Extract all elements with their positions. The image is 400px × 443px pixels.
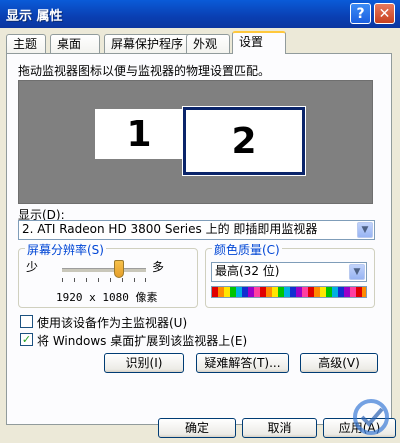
chevron-down-icon[interactable]: ▼ (349, 264, 365, 280)
color-quality-group-title: 颜色质量(C) (212, 241, 282, 258)
color-quality-value: 最高(32 位) (215, 264, 280, 278)
monitor-arrangement-area: 1 2 (18, 80, 373, 204)
primary-monitor-label: 使用该设备作为主监视器(U) (37, 316, 188, 330)
extend-desktop-label: 将 Windows 桌面扩展到该监视器上(E) (37, 334, 248, 348)
resolution-value: 1920 x 1080 像素 (56, 291, 158, 304)
troubleshoot-button[interactable]: 疑难解答(T)... (196, 353, 289, 373)
resolution-slider-ticks (62, 278, 146, 282)
monitor-arrangement-description: 拖动监视器图标以便与监视器的物理设置匹配。 (18, 64, 271, 78)
color-spectrum-bar (211, 286, 367, 298)
window-title: 显示 属性 (6, 9, 63, 24)
close-button[interactable]: ✕ (374, 3, 395, 24)
resolution-slider-track[interactable] (62, 268, 146, 272)
display-dropdown[interactable]: 2. ATI Radeon HD 3800 Series 上的 即插即用监视器 … (18, 220, 375, 240)
title-bar: 显示 属性 ? ✕ (0, 0, 400, 28)
primary-monitor-checkbox[interactable] (20, 315, 33, 328)
tab-appearance[interactable]: 外观 (186, 34, 230, 53)
monitor-1-icon[interactable]: 1 (95, 109, 183, 159)
watermark-logo (353, 399, 389, 435)
tab-themes[interactable]: 主题 (6, 34, 46, 53)
resolution-more-label: 多 (152, 260, 165, 274)
advanced-button[interactable]: 高级(V) (300, 353, 378, 373)
resolution-group-title: 屏幕分辨率(S) (25, 241, 106, 258)
color-quality-dropdown[interactable]: 最高(32 位) ▼ (211, 262, 367, 282)
monitor-2-icon[interactable]: 2 (182, 106, 306, 176)
tab-settings[interactable]: 设置 (232, 31, 286, 54)
resolution-slider-thumb[interactable] (114, 260, 124, 278)
extend-desktop-checkbox[interactable]: ✓ (20, 333, 33, 346)
resolution-less-label: 少 (26, 260, 39, 274)
tab-desktop[interactable]: 桌面 (50, 34, 100, 53)
chevron-down-icon[interactable]: ▼ (357, 222, 373, 238)
identify-button[interactable]: 识别(I) (104, 353, 184, 373)
tab-strip: 主题 桌面 屏幕保护程序 外观 设置 (6, 31, 396, 54)
display-dropdown-value: 2. ATI Radeon HD 3800 Series 上的 即插即用监视器 (22, 222, 318, 236)
tab-screensaver[interactable]: 屏幕保护程序 (104, 34, 192, 53)
cancel-button[interactable]: 取消 (242, 418, 317, 438)
help-button[interactable]: ? (350, 3, 371, 24)
ok-button[interactable]: 确定 (158, 418, 236, 438)
